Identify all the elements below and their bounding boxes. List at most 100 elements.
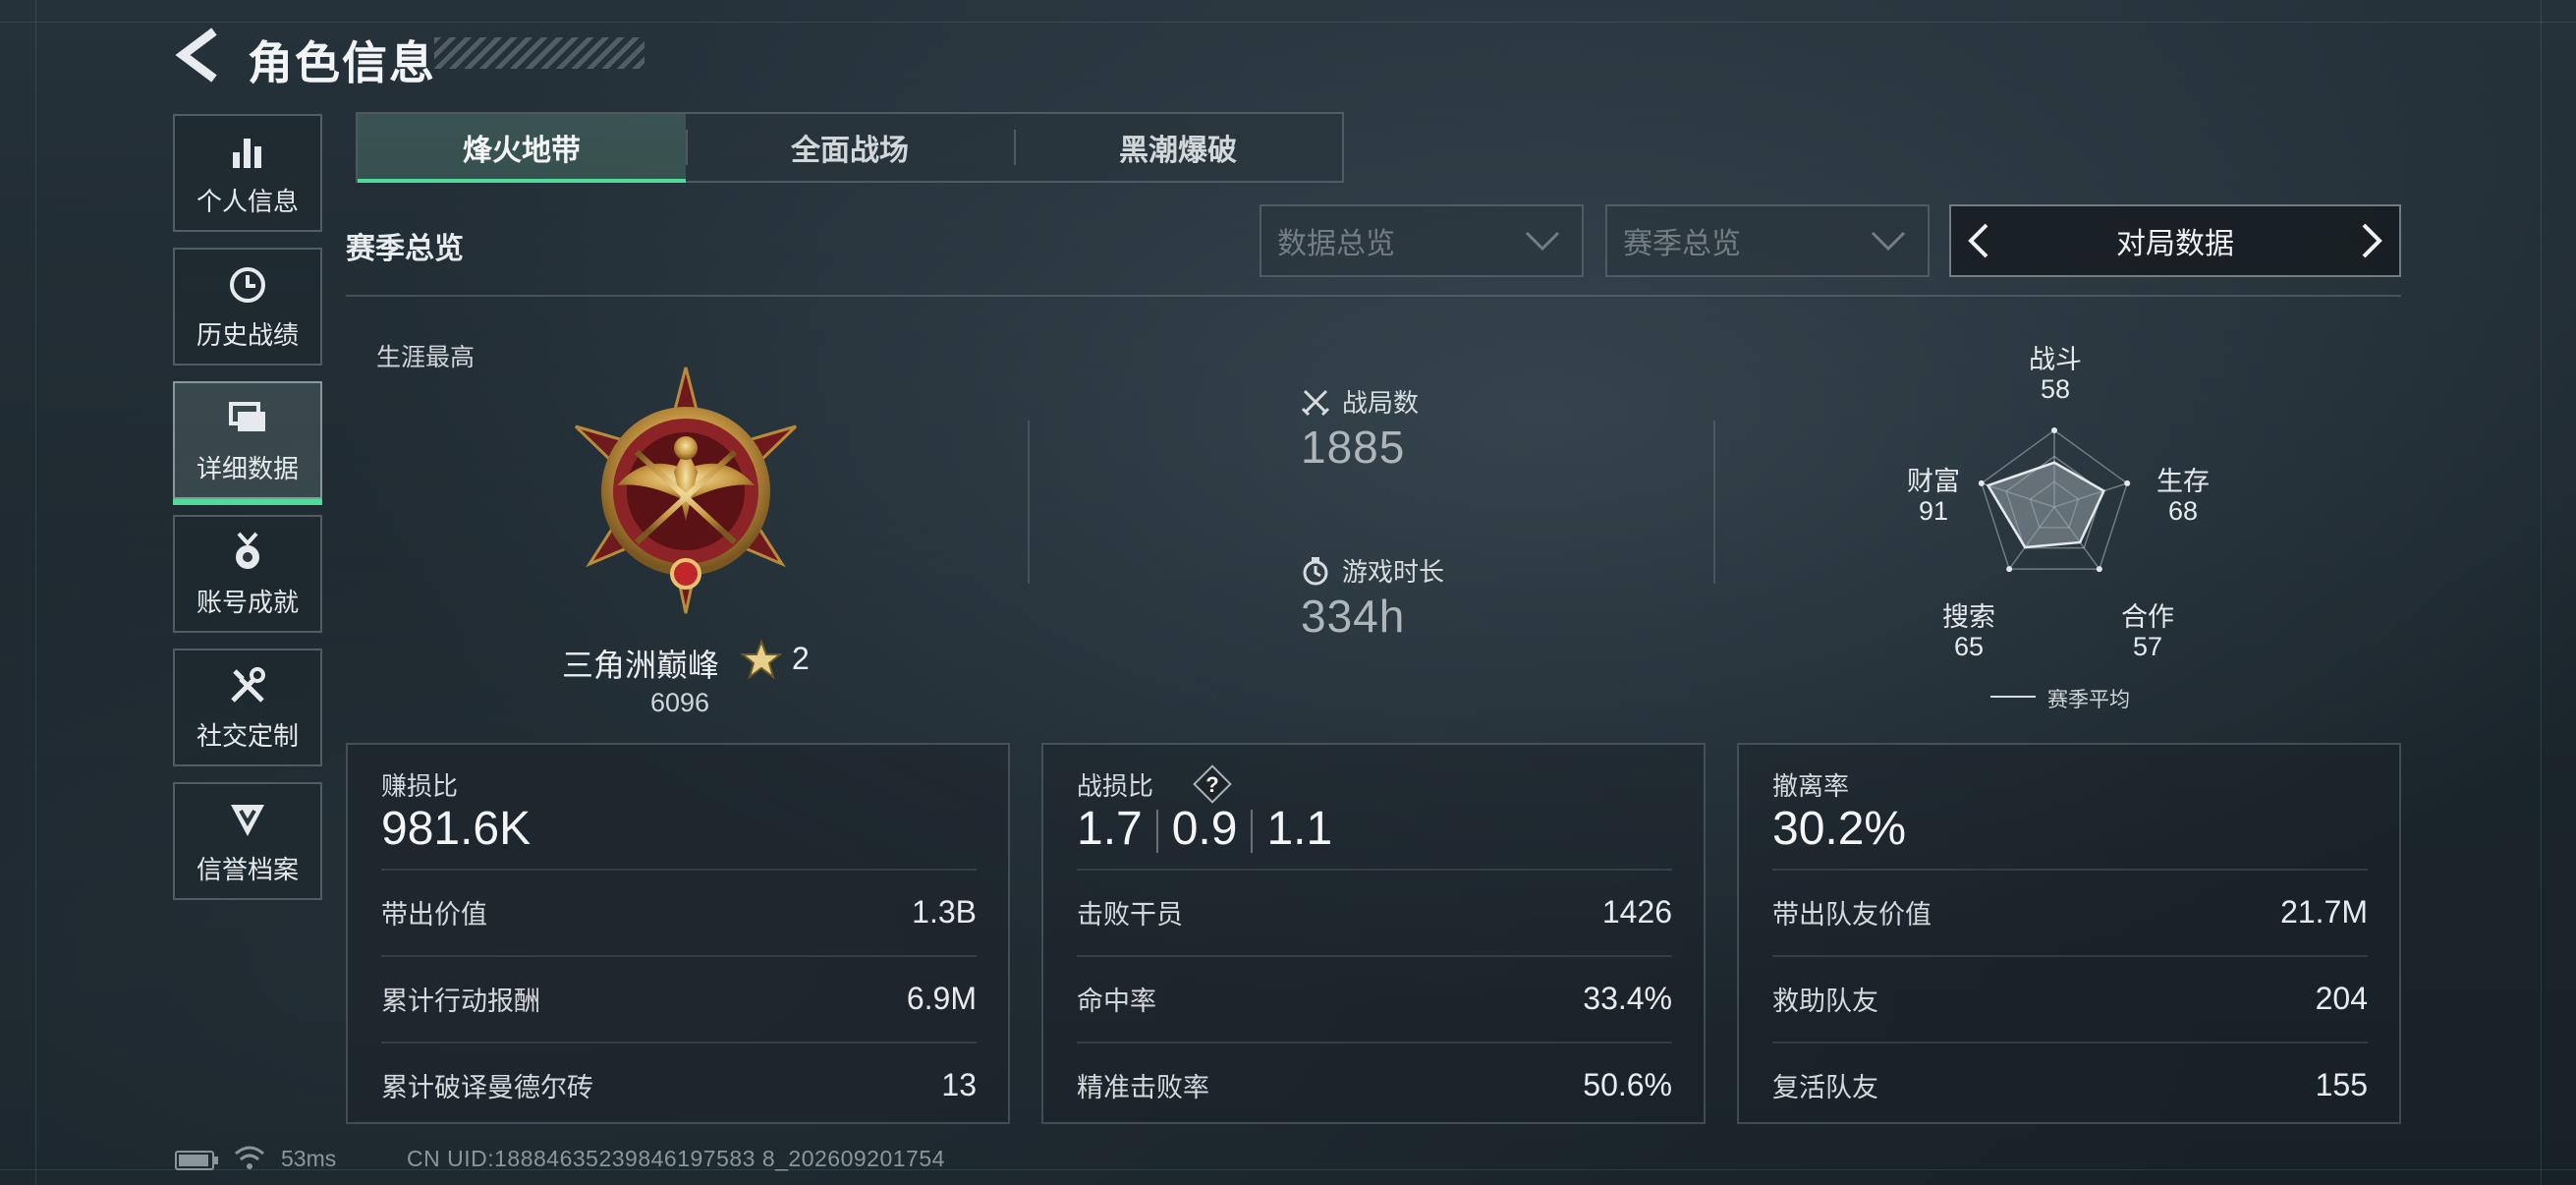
card-big-value: 30.2% (1772, 803, 1907, 855)
section-divider (346, 295, 2401, 297)
row-value: 155 (2315, 1066, 2368, 1102)
separator (1155, 810, 1158, 854)
row-value: 50.6% (1583, 1066, 1672, 1102)
card-row: 累计行动报酬 6.9M (381, 955, 977, 1040)
tab-heichao[interactable]: 黑潮爆破 (1014, 114, 1342, 181)
row-label: 带出价值 (381, 899, 487, 930)
radar-vertex (2051, 427, 2057, 433)
radar-axis-value: 68 (2167, 495, 2199, 526)
sidebar-item-achievements[interactable]: 账号成就 (173, 515, 322, 633)
shield-icon (231, 804, 264, 836)
row-value: 204 (2315, 980, 2368, 1016)
card-title: 赚损比 (381, 771, 459, 801)
playtime-value: 334h (1301, 591, 1406, 642)
row-value: 33.4% (1583, 980, 1672, 1016)
card-row: 命中率 33.4% (1077, 955, 1672, 1040)
match-data-pager: 对局数据 (1949, 204, 2401, 277)
extraction-card: 撤离率 30.2% 带出队友价值 21.7M 救助队友 204 复活队友 155 (1737, 743, 2401, 1124)
data-overview-dropdown[interactable]: 数据总览 (1260, 204, 1584, 277)
card-title: 撤离率 (1772, 771, 1850, 801)
cards-icon (229, 401, 265, 431)
mode-tabs: 烽火地带 全面战场 黑潮爆破 (356, 112, 1344, 183)
wifi-icon (235, 1146, 264, 1169)
radar-label-wealth: 财富 91 (1902, 467, 1965, 526)
divider (1028, 421, 1030, 584)
card-row: 带出队友价值 21.7M (1772, 869, 2368, 953)
radar-axis-name: 战斗 (2029, 345, 2082, 374)
radar-label-search: 搜索 65 (1937, 602, 2000, 661)
sidebar-item-label: 信誉档案 (196, 854, 299, 884)
radar-axis-name: 财富 (1907, 467, 1960, 496)
frame-line-top (0, 22, 2576, 23)
crossed-swords-icon (1301, 389, 1330, 416)
radar-vertex (2006, 566, 2013, 573)
card-row: 复活队友 155 (1772, 1042, 2368, 1126)
playtime-label: 游戏时长 (1342, 557, 1445, 587)
radar-label-combat: 战斗 58 (2024, 345, 2087, 404)
tools-icon (231, 666, 265, 703)
season-dropdown[interactable]: 赛季总览 (1605, 204, 1930, 277)
help-icon[interactable]: ? (1191, 762, 1234, 806)
radar-axis-value: 91 (1918, 495, 1949, 526)
chevron-right-icon[interactable] (2358, 221, 2385, 260)
row-label: 累计行动报酬 (381, 986, 540, 1016)
row-value: 1426 (1601, 893, 1672, 930)
clock-icon (230, 266, 265, 303)
playtime-stat: 游戏时长 (1301, 552, 1444, 589)
card-row: 带出价值 1.3B (381, 869, 977, 953)
sidebar-item-reputation[interactable]: 信誉档案 (173, 782, 322, 900)
row-label: 命中率 (1077, 986, 1156, 1016)
radar-axis-name: 搜索 (1942, 602, 1995, 632)
sidebar-item-label: 社交定制 (196, 720, 299, 751)
chevron-down-icon (1871, 231, 1906, 252)
section-title: 赛季总览 (346, 233, 464, 265)
sidebar-item-label: 账号成就 (196, 587, 299, 617)
back-button[interactable] (175, 28, 220, 83)
kd-value-3: 1.1 (1266, 803, 1333, 855)
radar-vertex (2096, 566, 2102, 573)
ping-value: 53ms (281, 1146, 337, 1171)
frame-line-bottom (0, 1169, 2576, 1170)
stopwatch-icon (1303, 556, 1328, 585)
chevron-down-icon (1525, 231, 1560, 252)
sidebar-item-personal-info[interactable]: 个人信息 (173, 114, 322, 232)
card-title: 战损比 (1077, 771, 1154, 801)
tab-quanmian[interactable]: 全面战场 (686, 114, 1014, 181)
radar-vertex (1978, 480, 1985, 486)
user-uid: CN UID:18884635239846197583 8_2026092017… (407, 1146, 945, 1171)
title-decoration (434, 37, 644, 69)
frame-line-left (35, 0, 36, 1185)
legend-line (1990, 696, 2036, 698)
rank-name: 三角洲巅峰 (562, 648, 720, 683)
sidebar-item-label: 历史战绩 (196, 319, 299, 350)
kd-value-2: 0.9 (1171, 803, 1238, 855)
sidebar-item-history[interactable]: 历史战绩 (173, 248, 322, 366)
sidebar-item-social[interactable]: 社交定制 (173, 649, 322, 766)
dropdown-value: 数据总览 (1277, 228, 1395, 260)
kd-value-1: 1.7 (1077, 803, 1143, 855)
chevron-left-icon[interactable] (1965, 221, 1992, 260)
kd-card: 战损比 ? 1.7 0.9 1.1 击败干员 1426 命中率 33.4% 精准击败… (1041, 743, 1706, 1124)
radar-label-cooperation: 合作 57 (2116, 602, 2179, 661)
row-label: 复活队友 (1772, 1072, 1878, 1102)
radar-axis-value: 65 (1953, 631, 1985, 661)
radar-axis-value: 58 (2040, 373, 2071, 404)
row-value: 1.3B (912, 893, 977, 930)
frame-line-right (2541, 0, 2542, 1185)
tab-fenghuo[interactable]: 烽火地带 (358, 114, 686, 183)
sidebar-item-label: 个人信息 (196, 186, 299, 216)
separator (1251, 810, 1254, 854)
matches-label: 战局数 (1342, 388, 1420, 418)
battery-icon (175, 1151, 218, 1170)
card-row: 救助队友 204 (1772, 955, 2368, 1040)
row-label: 救助队友 (1772, 986, 1878, 1016)
sidebar-item-detail-data[interactable]: 详细数据 (173, 381, 322, 505)
legend-label: 赛季平均 (2047, 689, 2130, 711)
row-label: 带出队友价值 (1772, 899, 1932, 930)
row-value: 6.9M (906, 980, 977, 1016)
row-label: 累计破译曼德尔砖 (381, 1072, 593, 1102)
profit-card: 赚损比 981.6K 带出价值 1.3B 累计行动报酬 6.9M 累计破译曼德尔… (346, 743, 1010, 1124)
divider (1713, 421, 1715, 584)
radar-axis-name: 生存 (2156, 467, 2210, 496)
career-best-label: 生涯最高 (376, 344, 476, 371)
